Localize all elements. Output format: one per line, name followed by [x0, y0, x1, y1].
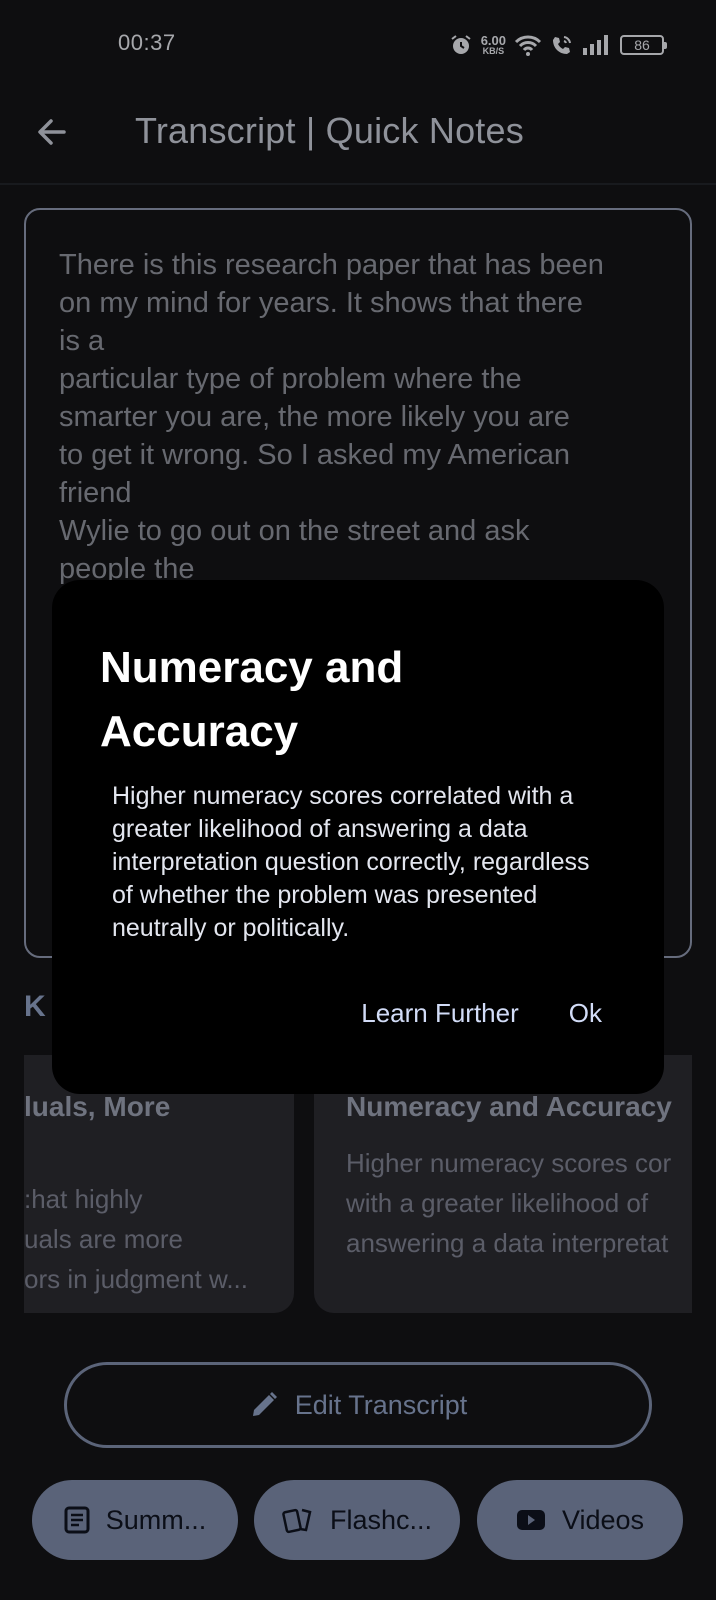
dialog-title: Numeracy and Accuracy [100, 643, 404, 756]
learn-further-button[interactable]: Learn Further [361, 998, 519, 1029]
dialog-body: Higher numeracy scores correlated with a… [112, 782, 590, 942]
key-point-dialog: Numeracy and Accuracy Higher numeracy sc… [52, 580, 664, 1094]
dialog-actions: Learn Further Ok [361, 998, 602, 1029]
screen: 00:37 6.00 KB/S 86 Transcript | Quick No… [0, 0, 716, 1600]
ok-button[interactable]: Ok [569, 998, 602, 1029]
